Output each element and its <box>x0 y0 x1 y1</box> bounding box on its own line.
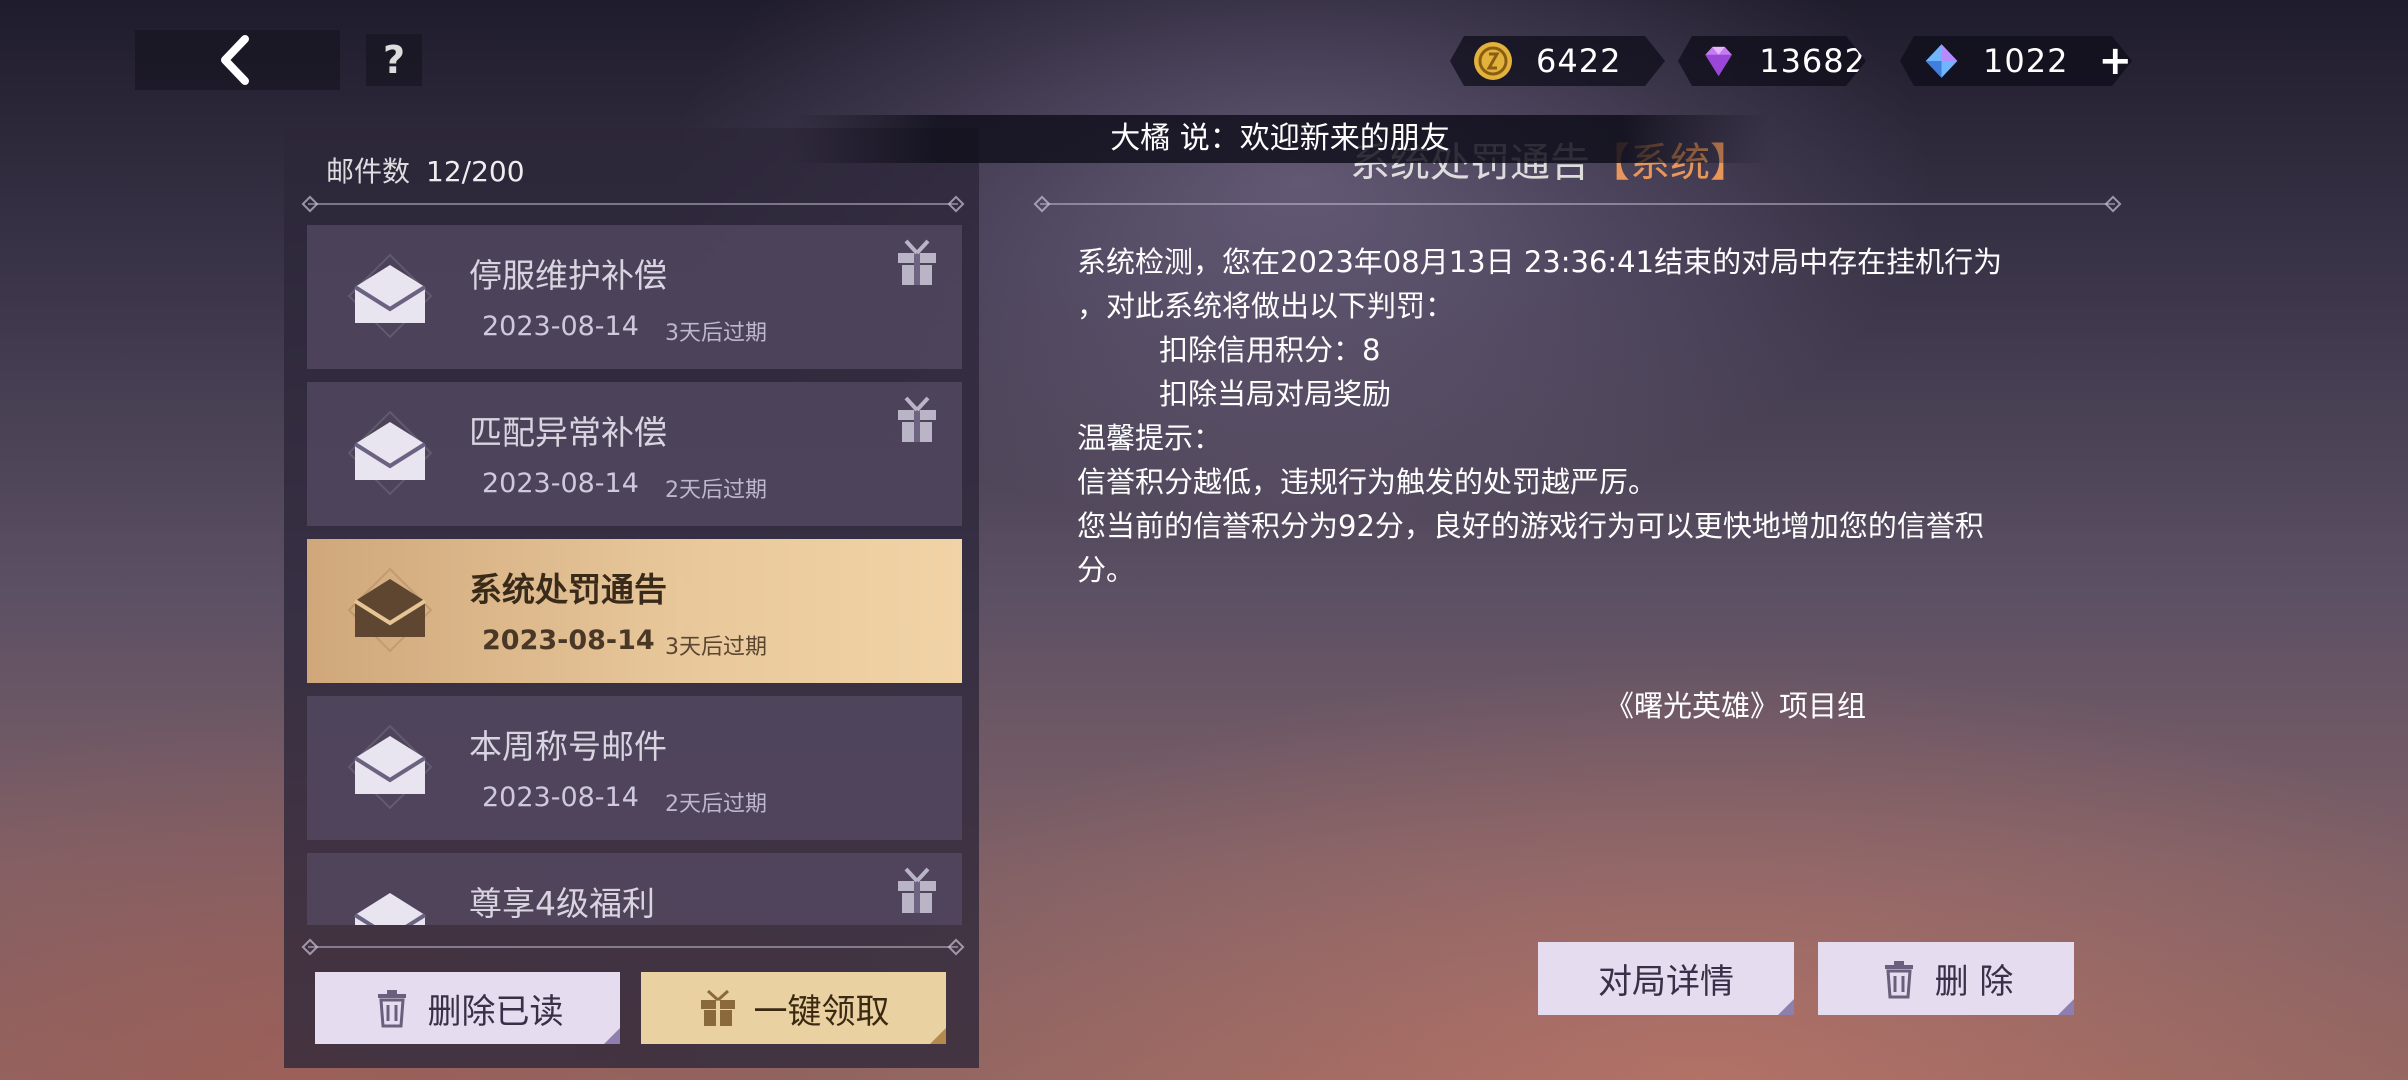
match-details-label: 对局详情 <box>1598 962 1734 1002</box>
content-line: 温馨提示： <box>1077 421 1223 455</box>
divider <box>1040 203 2115 205</box>
mail-title: 匹配异常补偿 <box>469 413 667 452</box>
content-line: 扣除当局对局奖励 <box>1159 377 1392 411</box>
diamond-amount: 13682 <box>1759 42 1866 80</box>
add-currency-button[interactable]: + <box>2098 38 2132 84</box>
gift-icon <box>898 867 936 913</box>
claim-all-label: 一键领取 <box>753 991 890 1032</box>
envelope-icon <box>347 253 433 339</box>
mail-list[interactable]: 停服维护补偿 2023-08-14 3天后过期 匹配异常补偿 2023-08-1… <box>307 225 962 925</box>
mail-date: 2023-08-14 <box>482 468 639 499</box>
corner-decoration <box>2058 999 2074 1015</box>
delete-read-label: 删除已读 <box>427 991 564 1032</box>
mail-count: 邮件数 12/200 <box>326 150 525 190</box>
gold-amount: 6422 <box>1536 42 1622 80</box>
mail-title: 系统处罚通告 <box>469 570 667 609</box>
content-line: 信誉积分越低，违规行为触发的处罚越严厉。 <box>1077 465 1658 499</box>
trash-icon <box>1884 960 1913 998</box>
mail-item[interactable]: 本周称号邮件 2023-08-14 2天后过期 <box>307 696 962 840</box>
envelope-icon <box>347 724 433 810</box>
content-line: ，对此系统将做出以下判罚： <box>1077 289 1455 323</box>
mail-title: 尊享4级福利 <box>469 884 655 923</box>
gold-currency: 6422 <box>1450 36 1665 86</box>
back-button[interactable] <box>135 30 340 90</box>
match-details-button[interactable]: 对局详情 <box>1538 942 1794 1015</box>
diamond-currency: 13682 <box>1678 36 1866 86</box>
mail-item[interactable]: 匹配异常补偿 2023-08-14 2天后过期 <box>307 382 962 526</box>
envelope-icon <box>347 410 433 496</box>
gift-icon <box>700 989 735 1026</box>
divider <box>308 203 958 205</box>
gold-coin-icon <box>1472 40 1514 82</box>
mail-date: 2023-08-14 <box>482 782 639 813</box>
purple-diamond-icon <box>1700 40 1737 82</box>
crystal-amount: 1022 <box>1983 42 2069 80</box>
claim-all-button[interactable]: 一键领取 <box>641 972 946 1044</box>
mail-expiry: 2天后过期 <box>665 478 767 503</box>
delete-read-button[interactable]: 删除已读 <box>315 972 620 1044</box>
envelope-icon <box>353 893 427 925</box>
content-line: 分。 <box>1077 553 1136 587</box>
crystal-currency: 1022 + <box>1900 36 2132 86</box>
content-line: 系统检测，您在2023年08月13日 23:36:41结束的对局中存在挂机行为 <box>1077 245 2003 279</box>
help-button[interactable]: ? <box>366 34 422 86</box>
mail-title: 本周称号邮件 <box>469 727 667 766</box>
mail-list-panel: 邮件数 12/200 停服维护补偿 2023-08-14 3天后过期 匹配异常补偿… <box>284 128 979 1068</box>
mail-date: 2023-08-14 <box>482 311 639 342</box>
blue-crystal-icon <box>1922 40 1961 82</box>
mail-expiry: 3天后过期 <box>665 321 767 346</box>
mail-expiry: 2天后过期 <box>665 792 767 817</box>
mail-item-selected[interactable]: 系统处罚通告 2023-08-14 3天后过期 <box>307 539 962 683</box>
envelope-icon <box>347 567 433 653</box>
content-line: 扣除信用积分：8 <box>1159 333 1381 367</box>
help-icon: ? <box>382 38 406 82</box>
trash-icon <box>377 990 406 1028</box>
mail-item[interactable]: 尊享4级福利 <box>307 853 962 925</box>
corner-decoration <box>930 1028 946 1044</box>
mail-count-label: 邮件数 <box>326 155 411 188</box>
divider <box>308 946 958 948</box>
chat-broadcast: 大橘 说：欢迎新来的朋友 <box>790 115 1770 163</box>
selection-arrow <box>677 568 699 640</box>
delete-mail-button[interactable]: 删 除 <box>1818 942 2074 1015</box>
gift-icon <box>898 239 936 285</box>
mail-content: 系统检测，您在2023年08月13日 23:36:41结束的对局中存在挂机行为 … <box>1077 240 2097 592</box>
mail-signature: 《曙光英雄》项目组 <box>1605 689 1867 723</box>
delete-mail-label: 删 除 <box>1934 962 2014 1002</box>
mail-count-value: 12/200 <box>426 155 525 188</box>
mail-title: 停服维护补偿 <box>469 256 667 295</box>
corner-decoration <box>604 1028 620 1044</box>
content-line: 您当前的信誉积分为92分，良好的游戏行为可以更快地增加您的信誉积 <box>1077 509 1984 543</box>
mail-date: 2023-08-14 <box>482 625 655 656</box>
back-arrow-icon <box>221 35 249 85</box>
gift-icon <box>898 396 936 442</box>
mail-item[interactable]: 停服维护补偿 2023-08-14 3天后过期 <box>307 225 962 369</box>
corner-decoration <box>1778 999 1794 1015</box>
